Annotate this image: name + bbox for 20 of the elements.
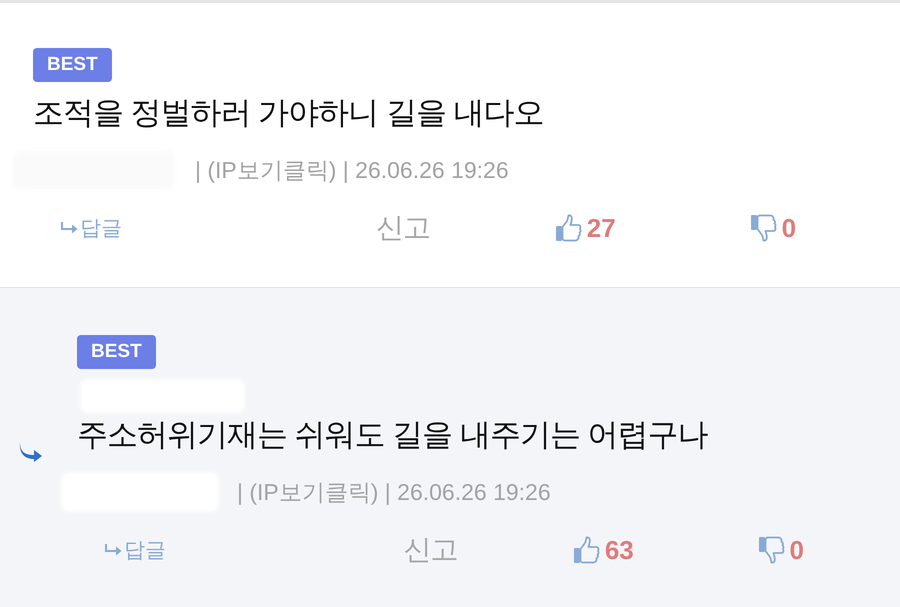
reply-button[interactable]: 답글 (60, 214, 122, 242)
report-button[interactable]: 신고 (376, 209, 430, 247)
best-badge: BEST (77, 335, 156, 369)
report-button[interactable]: 신고 (403, 531, 458, 569)
hook-arrow-icon (104, 544, 122, 556)
dislike-button[interactable]: 0 (758, 534, 804, 566)
comment-meta: | (IP보기클릭) | 26.06.26 19:26 (195, 156, 509, 185)
thumbs-down-icon (750, 214, 777, 242)
dislike-button[interactable]: 0 (750, 212, 796, 244)
comment-text: 주소허위기재는 쉬워도 길을 내주기는 어렵구나 (77, 416, 708, 454)
reply-button[interactable]: 답글 (104, 536, 166, 564)
thumbs-down-icon (758, 536, 784, 564)
thumbs-up-icon (572, 536, 600, 564)
thumbs-up-icon (554, 214, 582, 242)
hook-arrow-icon (60, 222, 78, 234)
comment-meta: | (IP보기클릭) | 26.06.26 19:26 (237, 478, 551, 507)
best-badge: BEST (33, 48, 112, 82)
like-button[interactable]: 27 (554, 212, 616, 244)
comment-text: 조적을 정벌하러 가야하니 길을 내다오 (33, 94, 544, 132)
like-button[interactable]: 63 (572, 534, 634, 566)
